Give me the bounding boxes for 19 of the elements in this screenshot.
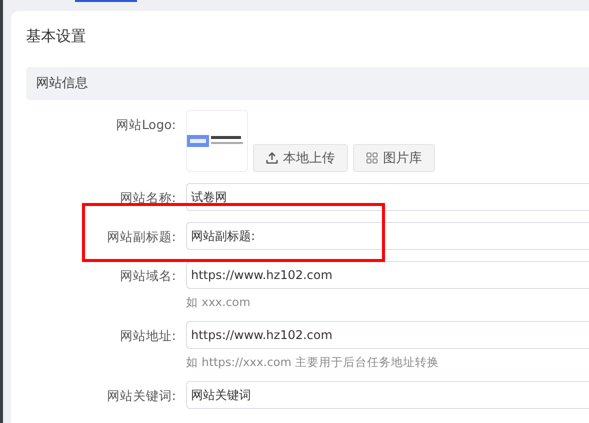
upload-button[interactable]: 本地上传 bbox=[253, 144, 348, 172]
field-hint: 如 xxx.com bbox=[186, 295, 252, 310]
text-input[interactable]: 试卷网 bbox=[186, 183, 589, 211]
field-label: 网站域名: bbox=[118, 267, 176, 285]
text-input[interactable]: https://www.hz102.com bbox=[186, 321, 589, 349]
upload-button[interactable]: 图片库 bbox=[353, 144, 435, 172]
upload-icon bbox=[266, 152, 278, 164]
card-title: 基本设置 bbox=[26, 27, 87, 47]
field-label: 网站关键词: bbox=[106, 387, 176, 405]
field-label: 网站地址: bbox=[118, 327, 176, 345]
field-label: 网站Logo: bbox=[114, 116, 176, 134]
text-input[interactable]: 网站副标题: bbox=[186, 222, 589, 250]
field-hint: 如 https://xxx.com 主要用于后台任务地址转换 bbox=[186, 355, 440, 370]
text-input[interactable]: 网站关键词 bbox=[186, 381, 589, 409]
section-header: 网站信息 bbox=[26, 67, 589, 100]
text-input[interactable]: https://www.hz102.com bbox=[186, 261, 589, 289]
grid-icon bbox=[366, 152, 378, 164]
field-label: 网站名称: bbox=[118, 189, 176, 207]
field-label: 网站副标题: bbox=[106, 228, 176, 246]
